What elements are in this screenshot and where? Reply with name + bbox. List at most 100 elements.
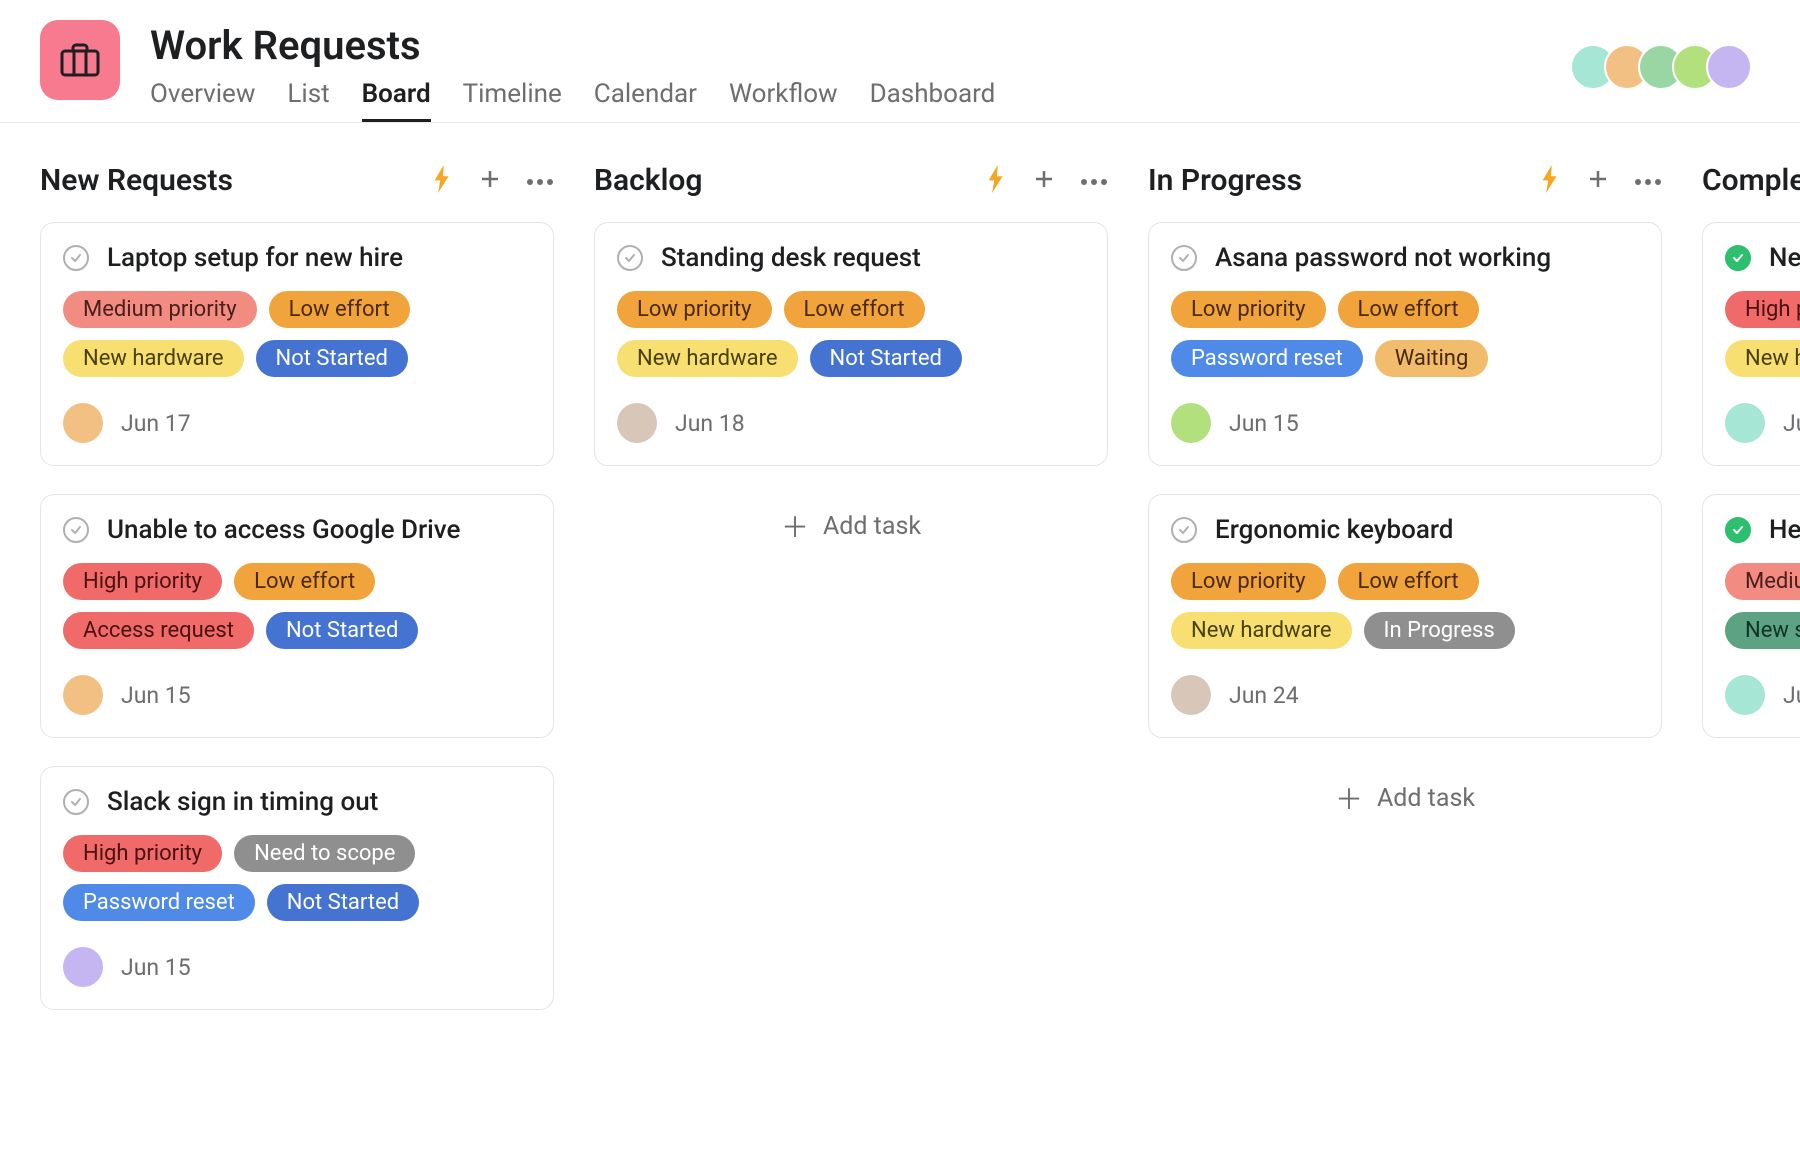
complete-checkbox[interactable] [617,245,643,271]
task-card[interactable]: New hHigh prioNew hardJun 1 [1702,222,1800,466]
task-card[interactable]: Laptop setup for new hire Medium priority… [40,222,554,466]
tab-row: Overview List Board Timeline Calendar Workflo… [150,79,1582,122]
task-card[interactable]: HeatmMedium pNew softJun 2 [1702,494,1800,738]
tag[interactable]: Low effort [1338,563,1479,600]
card-title: Ergonomic keyboard [1215,515,1453,545]
tab-workflow[interactable]: Workflow [729,79,838,122]
card-title-row: Unable to access Google Drive [63,515,531,545]
assignee-avatar[interactable] [1171,675,1211,715]
tag[interactable]: High prio [1725,291,1800,328]
add-task-button[interactable]: ＋Add task [594,494,1108,558]
tag[interactable]: New soft [1725,612,1800,649]
tag[interactable]: Low effort [234,563,375,600]
tab-list[interactable]: List [287,79,329,122]
tag[interactable]: Low effort [1338,291,1479,328]
tab-calendar[interactable]: Calendar [594,79,697,122]
tab-dashboard[interactable]: Dashboard [870,79,996,122]
complete-checkbox[interactable] [63,517,89,543]
tag-row: Low priority Low effort Password reset Wait… [1171,291,1639,377]
tag[interactable]: Low priority [1171,291,1326,328]
tag[interactable]: Not Started [267,884,419,921]
task-card[interactable]: Standing desk request Low priority Low eff… [594,222,1108,466]
tag[interactable]: High priority [63,563,222,600]
assignee-avatar[interactable] [63,403,103,443]
assignee-avatar[interactable] [1171,403,1211,443]
add-card-button[interactable] [1586,167,1610,195]
assignee-avatar[interactable] [63,675,103,715]
card-title-row: Standing desk request [617,243,1085,273]
tag[interactable]: In Progress [1364,612,1515,649]
card-title: Unable to access Google Drive [107,515,460,545]
task-card[interactable]: Asana password not workingLow priorityLo… [1148,222,1662,466]
task-card[interactable]: Unable to access Google Drive High priori… [40,494,554,738]
tag[interactable]: Not Started [810,340,962,377]
column-header: Backlog [594,163,1108,198]
tag-row: Medium p New soft [1725,563,1800,649]
tag[interactable]: Low priority [617,291,772,328]
tag[interactable]: New hardware [617,340,798,377]
plus-icon [1586,167,1610,191]
task-card[interactable]: Slack sign in timing outHigh priorityNee… [40,766,554,1010]
complete-checkbox[interactable] [1171,517,1197,543]
tag[interactable]: Low effort [269,291,410,328]
tab-board[interactable]: Board [362,79,431,122]
tag[interactable]: Medium priority [63,291,257,328]
tag[interactable]: Medium p [1725,563,1800,600]
complete-checkbox[interactable] [1171,245,1197,271]
tag[interactable]: Need to scope [234,835,415,872]
plus-icon: ＋ [1335,778,1363,818]
automation-bolt-icon[interactable] [1540,165,1562,197]
card-footer: Jun 24 [1171,675,1639,715]
column-title: Backlog [594,163,986,198]
automation-bolt-icon[interactable] [432,165,454,197]
tag[interactable]: Low priority [1171,563,1326,600]
assignee-avatar[interactable] [617,403,657,443]
column-more-button[interactable] [1080,171,1108,190]
tag[interactable]: Password reset [63,884,255,921]
member-avatar[interactable] [1706,44,1752,90]
tag[interactable]: Not Started [256,340,408,377]
column-actions [986,165,1108,197]
task-card[interactable]: Ergonomic keyboard Low priority Low effort… [1148,494,1662,738]
complete-checkbox[interactable] [63,789,89,815]
assignee-avatar[interactable] [63,947,103,987]
card-title: Heatm [1769,515,1800,545]
member-avatar-stack[interactable] [1582,44,1752,90]
column-more-button[interactable] [1634,171,1662,190]
assignee-avatar[interactable] [1725,403,1765,443]
tag[interactable]: New hardware [1171,612,1352,649]
column-more-button[interactable] [526,171,554,190]
add-card-button[interactable] [478,167,502,195]
column-title: New Requests [40,163,432,198]
tab-overview[interactable]: Overview [150,79,255,122]
card-title: Asana password not working [1215,243,1551,273]
tag[interactable]: Not Started [266,612,418,649]
card-footer: Jun 15 [63,947,531,987]
column-title: In Progress [1148,163,1540,198]
card-title-row: New h [1725,243,1800,273]
add-card-button[interactable] [1032,167,1056,195]
tag[interactable]: New hardware [63,340,244,377]
assignee-avatar[interactable] [1725,675,1765,715]
tag[interactable]: Access request [63,612,254,649]
card-title-row: Laptop setup for new hire [63,243,531,273]
plus-icon: ＋ [781,506,809,546]
column: In Progress Asana password not working Low… [1148,163,1662,1038]
tab-timeline[interactable]: Timeline [463,79,562,122]
tag-row: Low priority Low effort New hardware In Pro… [1171,563,1639,649]
tag[interactable]: New hard [1725,340,1800,377]
automation-bolt-icon[interactable] [986,165,1008,197]
tag[interactable]: Password reset [1171,340,1363,377]
complete-checkbox[interactable] [1725,517,1751,543]
due-date: Jun 24 [1229,682,1299,709]
project-title: Work Requests [150,22,1582,69]
card-title-row: Asana password not working [1171,243,1639,273]
tag[interactable]: Waiting [1375,340,1489,377]
column-header: In Progress [1148,163,1662,198]
tag[interactable]: Low effort [784,291,925,328]
complete-checkbox[interactable] [63,245,89,271]
add-task-button[interactable]: ＋Add task [1148,766,1662,830]
tag-row: Low priority Low effort New hardware Not St… [617,291,1085,377]
tag[interactable]: High priority [63,835,222,872]
complete-checkbox[interactable] [1725,245,1751,271]
